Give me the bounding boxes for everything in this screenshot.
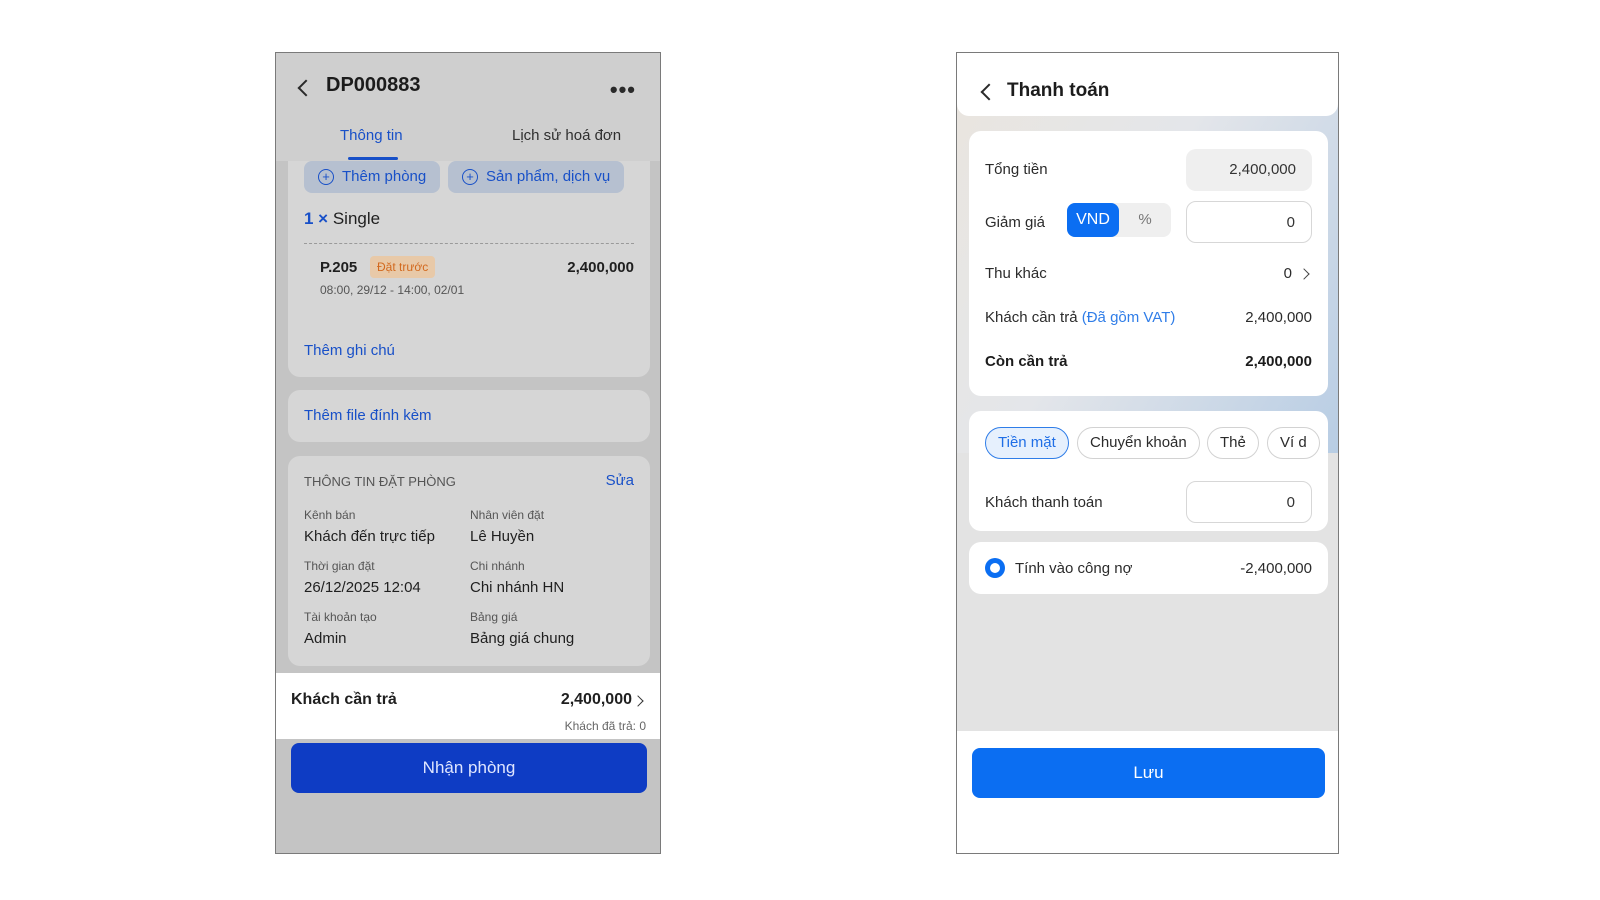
active-tab-indicator	[348, 157, 398, 160]
total-label: Tổng tiền	[985, 161, 1048, 178]
field-value: Admin	[304, 630, 347, 647]
room-type: 1 × Single	[304, 209, 380, 229]
payment-header: Thanh toán	[957, 53, 1338, 116]
price-list-field: Bảng giá Bảng giá chung	[470, 610, 574, 647]
debt-value: -2,400,000	[1240, 560, 1312, 577]
customer-pay-value: 2,400,000	[1245, 309, 1312, 326]
booking-detail-screen: DP000883 ••• Thông tin Lịch sử hoá đơn +…	[275, 52, 661, 854]
remaining-value: 2,400,000	[1245, 353, 1312, 370]
field-value: Chi nhánh HN	[470, 579, 565, 596]
field-label: Bảng giá	[470, 610, 518, 624]
check-in-button[interactable]: Nhận phòng	[291, 743, 647, 793]
method-wallet[interactable]: Ví d	[1267, 427, 1320, 459]
payment-footer: Lưu	[957, 731, 1338, 853]
customer-paid-label: Khách đã trả: 0	[564, 719, 646, 733]
discount-mode-toggle[interactable]: VND %	[1067, 203, 1171, 237]
discount-mode-percent[interactable]: %	[1119, 203, 1171, 237]
add-service-label: Sản phẩm, dịch vụ	[486, 168, 611, 185]
add-attachment-label: Thêm file đính kèm	[304, 407, 432, 424]
discount-input[interactable]: 0	[1186, 201, 1312, 243]
remaining-label: Còn cần trả	[985, 353, 1068, 370]
debt-label: Tính vào công nợ	[1015, 560, 1133, 577]
payment-summary-card: Tổng tiền 2,400,000 Giảm giá VND % 0 Thu…	[969, 131, 1328, 396]
field-value: Bảng giá chung	[470, 630, 575, 647]
plus-circle-icon: +	[318, 169, 334, 185]
add-attachment-button[interactable]: Thêm file đính kèm	[288, 390, 650, 442]
status-badge: Đặt trước	[370, 256, 436, 278]
booking-info-title: THÔNG TIN ĐẶT PHÒNG	[304, 474, 456, 489]
customer-pay-row[interactable]: Khách cần trả 2,400,000 Khách đã trả: 0	[276, 673, 660, 739]
room-number: P.205	[320, 259, 358, 276]
add-room-label: Thêm phòng	[342, 168, 427, 185]
debt-option-card[interactable]: Tính vào công nợ -2,400,000	[969, 542, 1328, 594]
customer-pay-text: Khách cần trả	[985, 309, 1078, 326]
account-field: Tài khoản tạo Admin	[304, 610, 377, 647]
staff-field: Nhân viên đặt Lê Huyền	[470, 508, 544, 545]
save-button[interactable]: Lưu	[972, 748, 1325, 798]
other-charges-value[interactable]: 0	[1284, 265, 1292, 282]
field-label: Chi nhánh	[470, 559, 525, 573]
field-label: Kênh bán	[304, 508, 356, 522]
customer-payment-input[interactable]: 0	[1186, 481, 1312, 523]
total-field: 2,400,000	[1186, 149, 1312, 191]
discount-mode-vnd[interactable]: VND	[1067, 203, 1119, 237]
booking-header: DP000883 ••• Thông tin Lịch sử hoá đơn	[276, 53, 660, 161]
payment-screen: Thanh toán Tổng tiền 2,400,000 Giảm giá …	[956, 52, 1339, 854]
payment-method-card: Tiền mặt Chuyển khoản Thẻ Ví d Khách tha…	[969, 411, 1328, 531]
booking-footer: Khách cần trả 2,400,000 Khách đã trả: 0 …	[276, 670, 660, 853]
discount-label: Giảm giá	[985, 214, 1046, 231]
other-charges-label: Thu khác	[985, 265, 1047, 282]
tab-invoice-history[interactable]: Lịch sử hoá đơn	[512, 127, 621, 144]
customer-pay-value: 2,400,000	[560, 691, 632, 708]
field-label: Thời gian đặt	[304, 559, 375, 573]
chevron-right-icon[interactable]	[1298, 268, 1310, 280]
field-value: 26/12/2025 12:04	[304, 579, 421, 596]
branch-field: Chi nhánh Chi nhánh HN	[470, 559, 564, 596]
room-time-range: 08:00, 29/12 - 14:00, 02/01	[320, 283, 465, 297]
more-options-icon[interactable]: •••	[610, 77, 636, 103]
back-icon[interactable]	[980, 83, 998, 101]
page-title: Thanh toán	[1007, 80, 1110, 101]
field-label: Tài khoản tạo	[304, 610, 377, 624]
field-value: Lê Huyền	[470, 528, 535, 545]
method-transfer[interactable]: Chuyển khoản	[1077, 427, 1200, 459]
add-note-button[interactable]: Thêm ghi chú	[288, 325, 650, 377]
add-service-button[interactable]: + Sản phẩm, dịch vụ	[448, 161, 625, 193]
field-value: Khách đến trực tiếp	[304, 528, 435, 545]
room-quantity: 1 ×	[304, 209, 329, 228]
add-note-label: Thêm ghi chú	[304, 342, 395, 359]
divider	[304, 243, 634, 244]
method-cash[interactable]: Tiền mặt	[985, 427, 1069, 459]
customer-pay-label: Khách cần trả	[291, 691, 397, 708]
room-type-name: Single	[332, 209, 381, 228]
vat-note: (Đã gồm VAT)	[1081, 309, 1176, 326]
plus-circle-icon: +	[462, 169, 478, 185]
method-card[interactable]: Thẻ	[1207, 427, 1259, 459]
customer-payment-label: Khách thanh toán	[985, 494, 1103, 511]
add-room-button[interactable]: + Thêm phòng	[304, 161, 441, 193]
room-price: 2,400,000	[567, 259, 634, 276]
back-icon[interactable]	[297, 79, 315, 97]
sales-channel-field: Kênh bán Khách đến trực tiếp	[304, 508, 435, 545]
tab-info[interactable]: Thông tin	[340, 127, 403, 144]
booking-code: DP000883	[326, 74, 421, 96]
field-label: Nhân viên đặt	[470, 508, 545, 522]
customer-pay-label: Khách cần trả (Đã gồm VAT)	[985, 309, 1175, 326]
chevron-right-icon	[632, 695, 644, 707]
booking-info-card: THÔNG TIN ĐẶT PHÒNG Sửa Kênh bán Khách đ…	[288, 456, 650, 666]
debt-radio[interactable]	[985, 558, 1005, 578]
edit-button[interactable]: Sửa	[606, 472, 634, 489]
booking-time-field: Thời gian đặt 26/12/2025 12:04	[304, 559, 421, 596]
payment-method-list[interactable]: Tiền mặt Chuyển khoản Thẻ Ví d	[969, 411, 1328, 471]
